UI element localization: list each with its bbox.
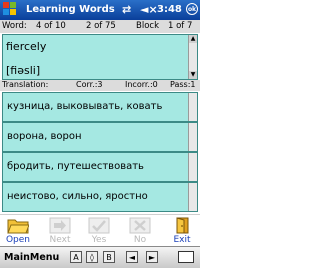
incorrect-count: Incorr.:0 — [125, 80, 158, 89]
main-menu[interactable]: MainMenu — [4, 252, 59, 263]
no-label: No — [133, 235, 147, 245]
menu-left-arrow-icon[interactable]: ◄ — [126, 251, 138, 263]
answer-scrollbar[interactable] — [188, 123, 197, 151]
answer-option-3[interactable]: бродить, путешествовать — [2, 152, 198, 182]
word-position: 4 of 10 — [36, 21, 66, 31]
open-label: Open — [5, 235, 31, 245]
answer-text: кузница, выковывать, ковать — [7, 101, 163, 112]
next-arrow-icon — [49, 217, 71, 234]
yes-label: Yes — [91, 235, 107, 245]
answer-option-4[interactable]: неистово, сильно, яростно — [2, 182, 198, 212]
check-icon — [88, 217, 110, 234]
windows-start-icon[interactable] — [3, 2, 18, 17]
exit-button[interactable]: Exit — [167, 217, 197, 245]
clock[interactable]: 3:48 — [157, 4, 182, 15]
word-total: 2 of 75 — [86, 21, 116, 31]
next-label: Next — [49, 235, 71, 245]
translation-status: Translation: Corr.:3 Incorr.:0 Pass:1 — [0, 80, 200, 91]
word-panel: fiercely [fiəsli] ▲ ▼ — [2, 34, 198, 80]
no-button[interactable]: No — [125, 217, 155, 245]
answer-scrollbar[interactable] — [188, 153, 197, 181]
yes-button[interactable]: Yes — [84, 217, 114, 245]
pass-count: Pass:1 — [170, 80, 196, 89]
answer-scrollbar[interactable] — [188, 93, 197, 121]
foreign-word: fiercely — [6, 40, 47, 53]
title-bar: Learning Words ⇄ ◄× 3:48 ok — [0, 0, 200, 20]
next-button[interactable]: Next — [45, 217, 75, 245]
volume-icon[interactable]: ◄× — [140, 3, 158, 16]
word-label: Word: — [2, 21, 27, 31]
cross-icon — [129, 217, 151, 234]
scroll-up-icon[interactable]: ▲ — [189, 35, 197, 43]
menu-bar: MainMenu A ◊ B ◄ ► — [0, 246, 200, 268]
scroll-down-icon[interactable]: ▼ — [189, 71, 197, 79]
correct-count: Corr.:3 — [76, 80, 103, 89]
block-label: Block — [136, 21, 159, 31]
word-info-strip: Word: 4 of 10 2 of 75 Block 1 of 7 — [0, 20, 200, 33]
window-title: Learning Words — [26, 4, 115, 15]
open-button[interactable]: Open — [3, 217, 33, 245]
answer-scrollbar[interactable] — [188, 183, 197, 211]
menu-a-icon[interactable]: A — [70, 251, 82, 263]
word-scrollbar[interactable]: ▲ ▼ — [188, 35, 197, 79]
connectivity-icon[interactable]: ⇄ — [122, 3, 131, 16]
answer-option-1[interactable]: кузница, выковывать, ковать — [2, 92, 198, 122]
answer-text: бродить, путешествовать — [7, 161, 144, 172]
toolbar: Open Next Yes No Exit — [0, 214, 200, 247]
keyboard-icon[interactable] — [178, 251, 194, 263]
exit-label: Exit — [173, 235, 191, 245]
menu-sound-icon[interactable]: ◊ — [86, 251, 98, 263]
folder-icon — [7, 217, 30, 234]
block-position: 1 of 7 — [168, 21, 193, 31]
translation-label: Translation: — [2, 80, 49, 89]
answer-text: неистово, сильно, яростно — [7, 191, 148, 202]
answer-text: ворона, ворон — [7, 131, 82, 142]
transcription: [fiəsli] — [6, 64, 41, 77]
menu-right-arrow-icon[interactable]: ► — [146, 251, 158, 263]
menu-b-icon[interactable]: B — [103, 251, 115, 263]
exit-door-icon — [171, 217, 193, 234]
answer-option-2[interactable]: ворона, ворон — [2, 122, 198, 152]
ok-button[interactable]: ok — [186, 3, 198, 15]
